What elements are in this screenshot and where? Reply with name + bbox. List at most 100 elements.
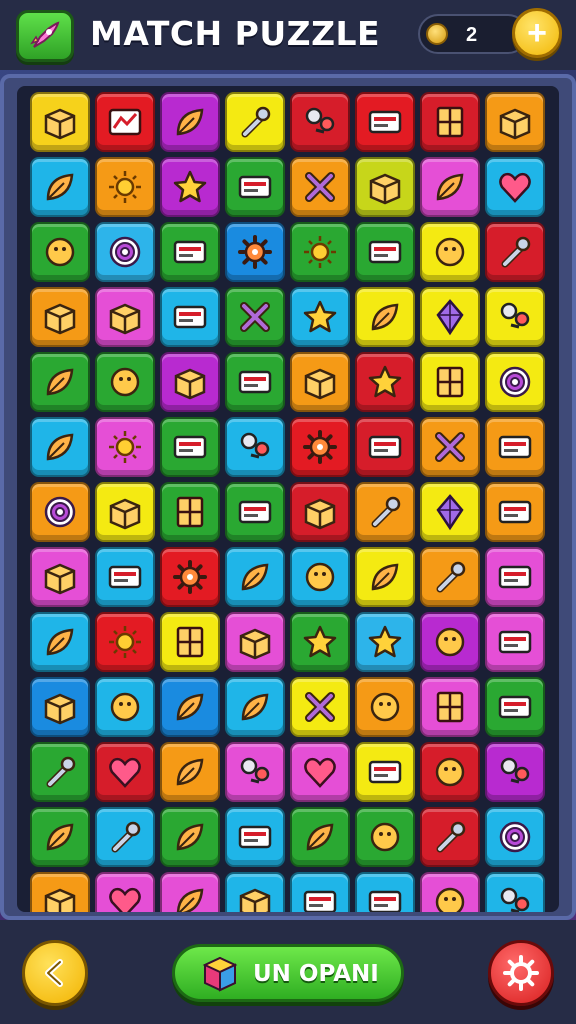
tile[interactable]: [160, 222, 220, 282]
tile[interactable]: [290, 157, 350, 217]
tile[interactable]: [225, 222, 285, 282]
tile[interactable]: [290, 482, 350, 542]
tile[interactable]: [485, 287, 545, 347]
tile[interactable]: [95, 352, 155, 412]
tile[interactable]: [225, 287, 285, 347]
tile[interactable]: [30, 807, 90, 867]
tile[interactable]: [225, 547, 285, 607]
tile[interactable]: [355, 157, 415, 217]
tile[interactable]: [420, 547, 480, 607]
tile[interactable]: [485, 742, 545, 802]
tile[interactable]: [420, 677, 480, 737]
tile[interactable]: [290, 677, 350, 737]
tile[interactable]: [355, 807, 415, 867]
tile[interactable]: [95, 677, 155, 737]
tile[interactable]: [30, 417, 90, 477]
tile[interactable]: [485, 547, 545, 607]
tile[interactable]: [160, 287, 220, 347]
tile[interactable]: [290, 287, 350, 347]
tile[interactable]: [290, 612, 350, 672]
undo-button[interactable]: UN OPANI: [172, 944, 404, 1002]
tile[interactable]: [290, 807, 350, 867]
tile[interactable]: [160, 417, 220, 477]
tile[interactable]: [30, 547, 90, 607]
tile[interactable]: [420, 352, 480, 412]
tile[interactable]: [290, 417, 350, 477]
tile[interactable]: [160, 807, 220, 867]
tile[interactable]: [290, 742, 350, 802]
tile[interactable]: [30, 157, 90, 217]
tile[interactable]: [290, 872, 350, 912]
tile[interactable]: [485, 482, 545, 542]
tile[interactable]: [290, 92, 350, 152]
tile[interactable]: [95, 287, 155, 347]
tile[interactable]: [160, 872, 220, 912]
tile[interactable]: [95, 92, 155, 152]
tile[interactable]: [420, 157, 480, 217]
tile[interactable]: [290, 547, 350, 607]
tile[interactable]: [95, 157, 155, 217]
tile[interactable]: [355, 287, 415, 347]
tile[interactable]: [355, 872, 415, 912]
tile[interactable]: [30, 92, 90, 152]
tile[interactable]: [420, 482, 480, 542]
tile[interactable]: [30, 612, 90, 672]
tile[interactable]: [225, 612, 285, 672]
tile[interactable]: [355, 222, 415, 282]
tile[interactable]: [225, 677, 285, 737]
tile[interactable]: [225, 742, 285, 802]
tile[interactable]: [485, 222, 545, 282]
tile[interactable]: [30, 222, 90, 282]
tile[interactable]: [160, 352, 220, 412]
add-coins-button[interactable]: +: [512, 8, 562, 58]
tile[interactable]: [160, 612, 220, 672]
tile[interactable]: [420, 872, 480, 912]
tile[interactable]: [160, 157, 220, 217]
tile[interactable]: [355, 677, 415, 737]
tile[interactable]: [485, 92, 545, 152]
tile[interactable]: [30, 677, 90, 737]
tile[interactable]: [160, 677, 220, 737]
back-button[interactable]: [22, 940, 88, 1006]
tile[interactable]: [95, 417, 155, 477]
tile[interactable]: [95, 222, 155, 282]
tile[interactable]: [485, 352, 545, 412]
tile[interactable]: [485, 157, 545, 217]
tile[interactable]: [420, 807, 480, 867]
tile[interactable]: [485, 872, 545, 912]
tile[interactable]: [355, 417, 415, 477]
tile[interactable]: [95, 612, 155, 672]
tile[interactable]: [95, 547, 155, 607]
tile[interactable]: [95, 872, 155, 912]
tile[interactable]: [420, 222, 480, 282]
tile[interactable]: [95, 807, 155, 867]
tile[interactable]: [355, 547, 415, 607]
tile[interactable]: [225, 482, 285, 542]
tile[interactable]: [30, 352, 90, 412]
tile[interactable]: [420, 287, 480, 347]
tile[interactable]: [30, 287, 90, 347]
tile[interactable]: [290, 352, 350, 412]
tile[interactable]: [95, 482, 155, 542]
tile[interactable]: [160, 742, 220, 802]
settings-button[interactable]: [488, 940, 554, 1006]
tile[interactable]: [30, 872, 90, 912]
tile[interactable]: [225, 807, 285, 867]
tile[interactable]: [355, 482, 415, 542]
menu-button[interactable]: [16, 10, 74, 62]
tile[interactable]: [30, 482, 90, 542]
tile[interactable]: [225, 352, 285, 412]
tile[interactable]: [485, 677, 545, 737]
tile[interactable]: [420, 92, 480, 152]
tile[interactable]: [225, 157, 285, 217]
tile[interactable]: [485, 612, 545, 672]
tile[interactable]: [355, 352, 415, 412]
tile[interactable]: [95, 742, 155, 802]
tile[interactable]: [420, 612, 480, 672]
tile[interactable]: [160, 92, 220, 152]
tile[interactable]: [355, 92, 415, 152]
tile[interactable]: [225, 417, 285, 477]
tile[interactable]: [30, 742, 90, 802]
tile[interactable]: [355, 742, 415, 802]
tile[interactable]: [485, 807, 545, 867]
